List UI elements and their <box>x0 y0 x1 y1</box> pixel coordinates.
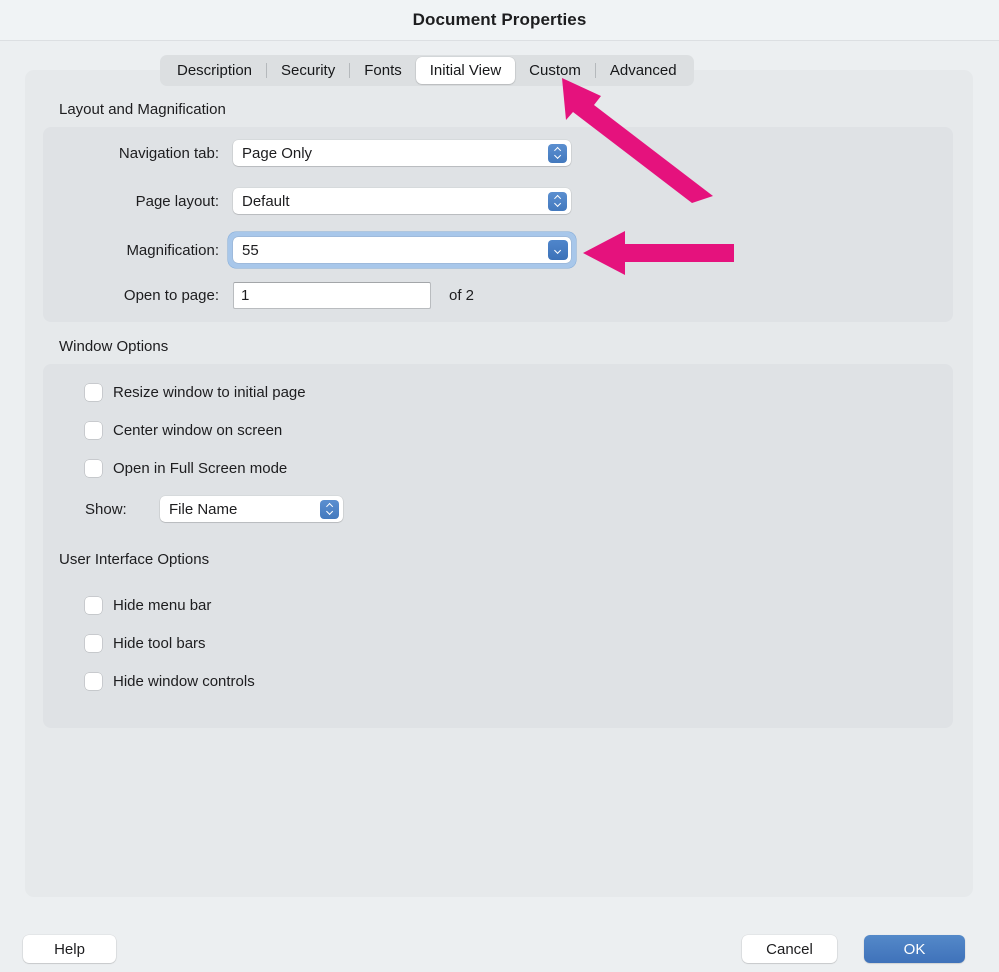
checkbox-icon[interactable] <box>85 673 102 690</box>
show-select[interactable]: File Name <box>160 496 343 522</box>
checkbox-icon[interactable] <box>85 597 102 614</box>
tab-fonts[interactable]: Fonts <box>350 57 416 84</box>
navigation-tab-value: Page Only <box>233 145 548 162</box>
navigation-tab-label: Navigation tab: <box>43 145 219 162</box>
open-to-page-input[interactable]: 1 <box>233 282 431 309</box>
hide-menu-bar-checkbox-row[interactable]: Hide menu bar <box>85 597 211 614</box>
full-screen-label: Open in Full Screen mode <box>113 460 287 477</box>
tab-description[interactable]: Description <box>163 57 266 84</box>
show-label: Show: <box>85 501 127 518</box>
page-layout-select[interactable]: Default <box>233 188 571 214</box>
tab-custom[interactable]: Custom <box>515 57 595 84</box>
stepper-updown-icon[interactable] <box>320 500 339 519</box>
page-count-suffix: of 2 <box>449 287 474 304</box>
navigation-tab-select[interactable]: Page Only <box>233 140 571 166</box>
show-value: File Name <box>160 501 320 518</box>
hide-tool-bars-checkbox-row[interactable]: Hide tool bars <box>85 635 206 652</box>
checkbox-icon[interactable] <box>85 422 102 439</box>
help-button[interactable]: Help <box>23 935 116 963</box>
cancel-button[interactable]: Cancel <box>742 935 837 963</box>
chevron-down-icon[interactable] <box>548 240 568 260</box>
full-screen-checkbox-row[interactable]: Open in Full Screen mode <box>85 460 287 477</box>
center-window-label: Center window on screen <box>113 422 282 439</box>
resize-window-checkbox-row[interactable]: Resize window to initial page <box>85 384 306 401</box>
hide-window-controls-label: Hide window controls <box>113 673 255 690</box>
layout-and-magnification-panel: Navigation tab: Page Only Page layout: D… <box>43 127 953 322</box>
user-interface-options-panel: Hide menu bar Hide tool bars Hide window… <box>43 577 953 728</box>
user-interface-options-heading: User Interface Options <box>59 551 209 568</box>
open-to-page-label: Open to page: <box>43 287 219 304</box>
center-window-checkbox-row[interactable]: Center window on screen <box>85 422 282 439</box>
tab-content-panel: Layout and Magnification Navigation tab:… <box>25 70 973 897</box>
ok-button[interactable]: OK <box>864 935 965 963</box>
open-to-page-value: 1 <box>234 287 249 304</box>
tab-advanced[interactable]: Advanced <box>596 57 691 84</box>
checkbox-icon[interactable] <box>85 635 102 652</box>
checkbox-icon[interactable] <box>85 460 102 477</box>
tab-initial-view[interactable]: Initial View <box>416 57 515 84</box>
hide-tool-bars-label: Hide tool bars <box>113 635 206 652</box>
magnification-value: 55 <box>233 242 548 259</box>
checkbox-icon[interactable] <box>85 384 102 401</box>
page-layout-value: Default <box>233 193 548 210</box>
resize-window-label: Resize window to initial page <box>113 384 306 401</box>
stepper-updown-icon[interactable] <box>548 144 567 163</box>
layout-and-magnification-heading: Layout and Magnification <box>59 101 226 118</box>
dialog-titlebar: Document Properties <box>0 0 999 41</box>
hide-window-controls-checkbox-row[interactable]: Hide window controls <box>85 673 255 690</box>
magnification-label: Magnification: <box>43 242 219 259</box>
tab-bar: Description Security Fonts Initial View … <box>160 55 694 86</box>
magnification-combobox[interactable]: 55 <box>233 237 571 263</box>
tab-security[interactable]: Security <box>267 57 349 84</box>
hide-menu-bar-label: Hide menu bar <box>113 597 211 614</box>
page-layout-label: Page layout: <box>43 193 219 210</box>
stepper-updown-icon[interactable] <box>548 192 567 211</box>
dialog-title: Document Properties <box>413 10 587 30</box>
window-options-heading: Window Options <box>59 338 168 355</box>
